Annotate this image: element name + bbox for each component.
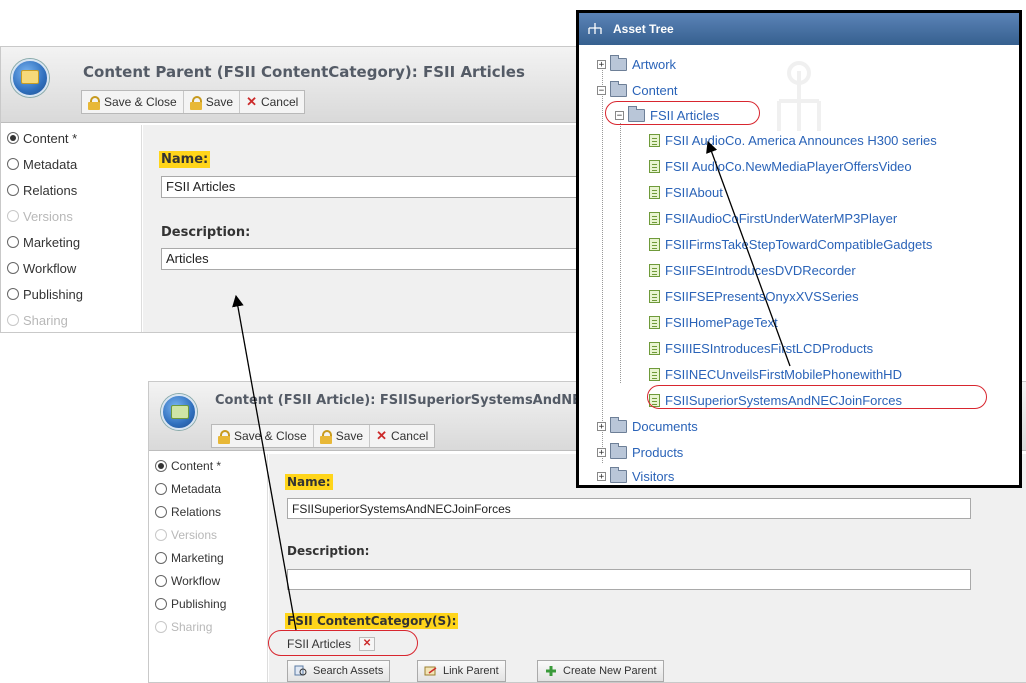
annotation-arrows bbox=[232, 140, 791, 631]
arrow-article-to-folder bbox=[706, 140, 791, 367]
arrow-chip-to-parent bbox=[232, 294, 297, 631]
